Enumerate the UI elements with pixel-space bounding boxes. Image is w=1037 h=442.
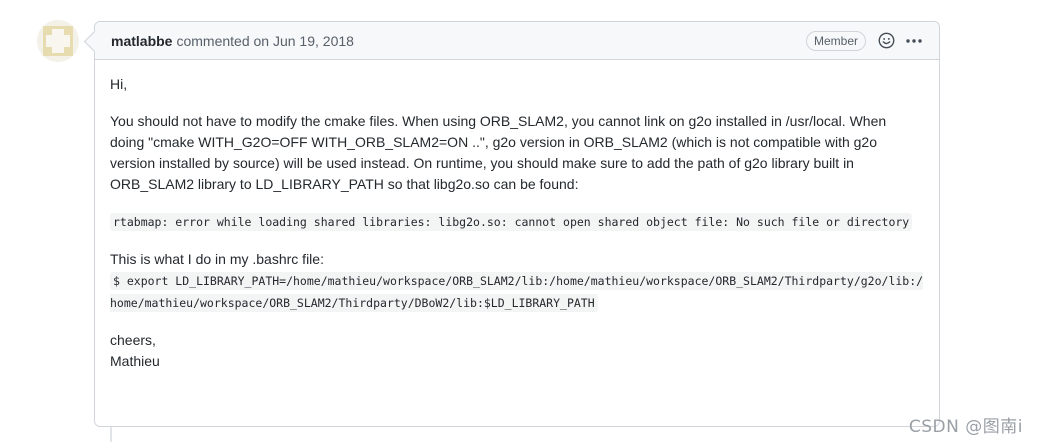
watermark: CSDN @图南i: [908, 417, 1023, 437]
kebab-menu-icon[interactable]: [905, 32, 923, 50]
author-link[interactable]: matlabbe: [111, 33, 172, 49]
bashrc-intro-text: This is what I do in my .bashrc file:: [110, 251, 324, 267]
smiley-icon[interactable]: [877, 32, 895, 50]
explanation-paragraph: You should not have to modify the cmake …: [110, 113, 887, 192]
comment-header: matlabbe commented on Jun 19, 2018 Membe…: [95, 22, 939, 60]
comment-timestamp[interactable]: commented on Jun 19, 2018: [176, 33, 353, 49]
member-badge: Member: [805, 30, 866, 51]
comment-box: matlabbe commented on Jun 19, 2018 Membe…: [83, 21, 940, 427]
signoff-line-1: cheers,: [110, 332, 156, 348]
comment-body: Hi, You should not have to modify the cm…: [95, 60, 939, 372]
error-code-block: rtabmap: error while loading shared libr…: [110, 211, 924, 233]
timeline-line: [110, 425, 112, 442]
greeting-text: Hi,: [110, 76, 128, 92]
page: matlabbe commented on Jun 19, 2018 Membe…: [0, 0, 1037, 442]
export-code: $ export LD_LIBRARY_PATH=/home/mathieu/w…: [110, 272, 924, 312]
error-code: rtabmap: error while loading shared libr…: [110, 213, 913, 231]
identicon-avatar-icon: [37, 20, 79, 62]
avatar[interactable]: [37, 20, 79, 62]
export-code-block: $ export LD_LIBRARY_PATH=/home/mathieu/w…: [110, 270, 924, 314]
signoff-line-2: Mathieu: [110, 353, 160, 369]
